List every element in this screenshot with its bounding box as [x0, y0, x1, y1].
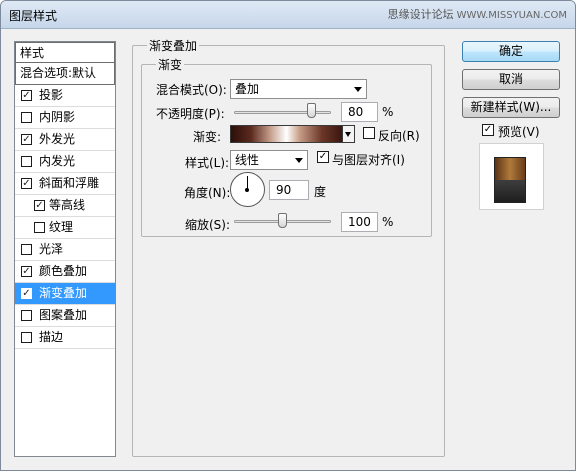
style-item[interactable]: ✓ 渐变叠加 — [15, 283, 115, 305]
style-label: 样式(L): — [185, 156, 230, 170]
style-item-label: 投影 — [39, 88, 64, 102]
watermark: 思缘设计论坛 WWW.MISSYUAN.COM — [388, 6, 567, 22]
check-icon: ✓ — [483, 124, 493, 135]
blend-mode-label: 混合模式(O): — [156, 83, 227, 97]
preview-thumbnail — [494, 157, 526, 203]
new-style-button[interactable]: 新建样式(W)... — [462, 97, 560, 118]
reverse-checkbox[interactable] — [363, 127, 375, 139]
subgroup-title: 渐变 — [156, 56, 185, 73]
style-item[interactable]: 图案叠加 — [15, 305, 115, 327]
style-item[interactable]: ✓ 颜色叠加 — [15, 261, 115, 283]
style-item[interactable]: ✓ 斜面和浮雕 — [15, 173, 115, 195]
angle-unit: 度 — [314, 185, 327, 199]
opacity-input[interactable]: 80 — [341, 102, 378, 122]
style-item-label: 图案叠加 — [39, 308, 88, 322]
style-item-label: 内阴影 — [39, 110, 76, 124]
angle-label: 角度(N): — [184, 186, 231, 200]
blend-options-default[interactable]: 混合选项:默认 — [15, 63, 115, 85]
angle-input[interactable]: 90 — [269, 180, 309, 200]
style-item-label: 外发光 — [39, 132, 76, 146]
style-item-label: 颜色叠加 — [39, 264, 88, 278]
style-value: 线性 — [235, 153, 260, 167]
ok-button[interactable]: 确定 — [462, 41, 560, 62]
styles-header[interactable]: 样式 — [15, 42, 115, 63]
style-item-label: 渐变叠加 — [39, 286, 88, 300]
watermark-url: WWW.MISSYUAN.COM — [456, 10, 567, 21]
gradient-label: 渐变: — [193, 130, 222, 144]
style-item-checkbox[interactable] — [21, 332, 32, 343]
blend-mode-value: 叠加 — [235, 82, 260, 96]
title-bar: 图层样式 思缘设计论坛 WWW.MISSYUAN.COM — [1, 1, 575, 29]
style-item-checkbox[interactable]: ✓ — [34, 200, 45, 211]
blend-mode-select[interactable]: 叠加 — [230, 79, 367, 99]
scale-label: 缩放(S): — [185, 218, 231, 232]
opacity-slider-thumb[interactable] — [307, 103, 317, 118]
style-items: ✓ 投影内阴影 ✓ 外发光内发光 ✓ 斜面和浮雕 ✓ 等高线纹理光泽 ✓ 颜色叠加 ✓ 渐变叠加图案叠… — [15, 85, 115, 349]
style-item-checkbox[interactable]: ✓ — [21, 90, 32, 101]
preview-gradient-top — [495, 158, 525, 180]
style-list: 样式 混合选项:默认 ✓ 投影内阴影 ✓ 外发光内发光 ✓ 斜面和浮雕 ✓ 等高线纹理光泽 ✓ 颜… — [14, 41, 116, 457]
layer-style-dialog: 图层样式 思缘设计论坛 WWW.MISSYUAN.COM 样式 混合选项:默认 ✓… — [0, 0, 576, 471]
chevron-down-icon — [345, 132, 351, 137]
style-item-checkbox[interactable] — [34, 222, 45, 233]
style-item-checkbox[interactable]: ✓ — [21, 266, 32, 277]
group-title: 渐变叠加 — [147, 37, 200, 54]
style-item-label: 斜面和浮雕 — [39, 176, 100, 190]
align-with-layer-checkbox[interactable]: ✓ — [317, 151, 329, 163]
chevron-down-icon — [295, 158, 303, 163]
gradient-swatch[interactable] — [230, 125, 343, 143]
style-item-checkbox[interactable]: ✓ — [21, 134, 32, 145]
align-with-layer-label: 与图层对齐(I) — [332, 153, 405, 167]
opacity-unit: % — [382, 105, 394, 119]
check-icon: ✓ — [318, 151, 328, 162]
style-select[interactable]: 线性 — [230, 150, 308, 170]
style-item-checkbox[interactable]: ✓ — [21, 178, 32, 189]
preview-checkbox[interactable]: ✓ — [482, 124, 494, 136]
style-item-checkbox[interactable] — [21, 112, 32, 123]
style-item-checkbox[interactable] — [21, 156, 32, 167]
opacity-label: 不透明度(P): — [156, 107, 225, 121]
style-item[interactable]: 内发光 — [15, 151, 115, 173]
cancel-button[interactable]: 取消 — [462, 69, 560, 90]
style-item[interactable]: ✓ 外发光 — [15, 129, 115, 151]
style-item-label: 光泽 — [39, 242, 64, 256]
style-item-label: 描边 — [39, 330, 64, 344]
style-item-checkbox[interactable]: ✓ — [21, 288, 32, 299]
style-item-checkbox[interactable] — [21, 244, 32, 255]
style-item-label: 内发光 — [39, 154, 76, 168]
opacity-slider-track[interactable] — [234, 111, 331, 114]
chevron-down-icon — [354, 87, 362, 92]
gradient-dropdown-button[interactable] — [343, 125, 355, 143]
style-item-label: 等高线 — [49, 198, 86, 212]
reverse-label: 反向(R) — [378, 129, 420, 143]
dialog-title: 图层样式 — [9, 9, 58, 23]
style-preview — [479, 143, 544, 210]
style-item[interactable]: ✓ 投影 — [15, 85, 115, 107]
scale-unit: % — [382, 215, 394, 229]
scale-slider-thumb[interactable] — [278, 213, 287, 228]
style-item-checkbox[interactable] — [21, 310, 32, 321]
scale-input[interactable]: 100 — [341, 212, 378, 232]
style-item-label: 纹理 — [49, 220, 74, 234]
style-item[interactable]: 纹理 — [15, 217, 115, 239]
style-item[interactable]: ✓ 等高线 — [15, 195, 115, 217]
preview-label: 预览(V) — [498, 125, 540, 139]
style-item[interactable]: 描边 — [15, 327, 115, 349]
style-item[interactable]: 光泽 — [15, 239, 115, 261]
angle-dial[interactable] — [230, 172, 265, 207]
style-item[interactable]: 内阴影 — [15, 107, 115, 129]
angle-center-dot — [245, 188, 249, 192]
watermark-text: 思缘设计论坛 — [387, 8, 454, 21]
